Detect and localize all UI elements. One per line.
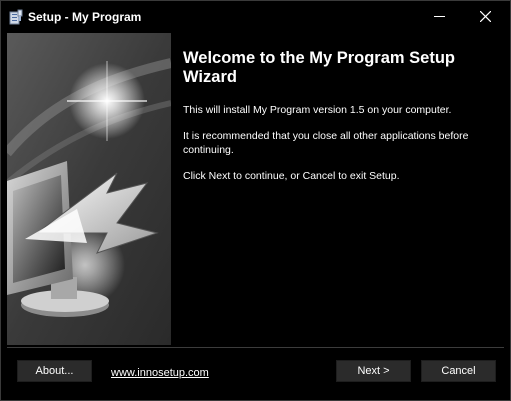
about-button[interactable]: About... (17, 360, 92, 382)
minimize-icon (433, 16, 445, 17)
install-info-text: This will install My Program version 1.5… (183, 104, 452, 116)
minimize-button[interactable] (416, 1, 462, 32)
title-bar[interactable]: Setup - My Program (1, 1, 510, 32)
welcome-panel: Welcome to the My Program Setup Wizard T… (171, 33, 504, 345)
innosetup-link[interactable]: www.innosetup.com (111, 367, 209, 379)
cancel-button[interactable]: Cancel (421, 360, 496, 382)
setup-window: Setup - My Program Welcome to the My Pro… (0, 0, 511, 401)
wizard-banner-image (7, 33, 171, 345)
setup-installer-icon (9, 9, 23, 25)
footer-separator (7, 347, 504, 348)
continue-instruction-text: Click Next to continue, or Cancel to exi… (183, 170, 400, 182)
close-icon (479, 11, 491, 22)
wizard-monitor-arrow-image (7, 33, 171, 345)
close-button[interactable] (462, 1, 508, 32)
welcome-title: Welcome to the My Program Setup Wizard (183, 49, 455, 86)
window-title: Setup - My Program (28, 10, 142, 24)
next-button[interactable]: Next > (336, 360, 411, 382)
close-apps-recommendation-text: It is recommended that you close all oth… (183, 130, 469, 156)
